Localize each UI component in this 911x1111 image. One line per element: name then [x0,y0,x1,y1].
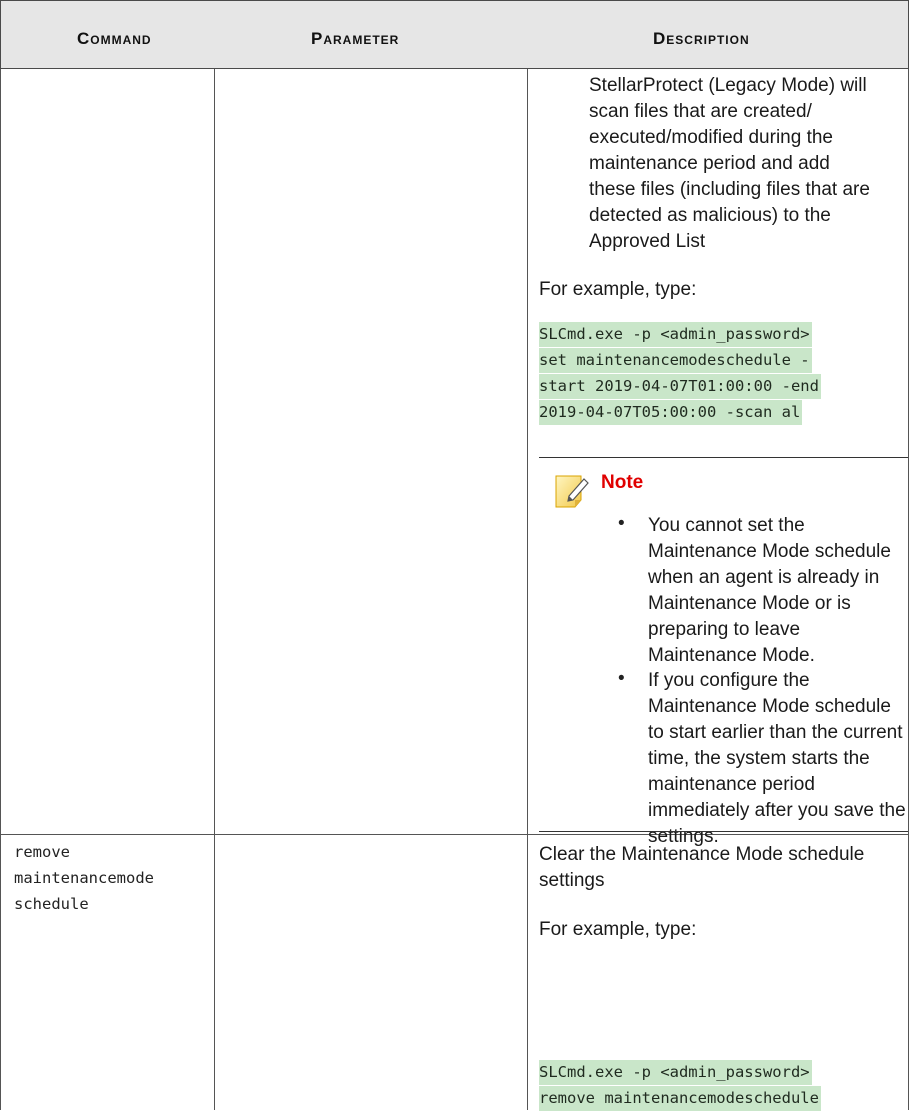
description-line: maintenance period and add [589,153,830,174]
note-bottom-rule [539,831,908,832]
description-line: these files (including files that are [589,179,870,200]
table-header: Command Parameter Description [0,0,909,69]
command-line: schedule [14,895,89,913]
header-description: Description [653,29,750,48]
description-line: executed/modified during the [589,127,833,148]
column-divider-1 [214,69,215,1110]
note-pencil-icon [553,472,591,510]
header-parameter: Parameter [311,29,400,48]
description-line: scan files that are created/ [589,101,812,122]
note-item: If you configure the Maintenance Mode sc… [648,670,906,847]
code-line: SLCmd.exe -p <admin_password> [539,322,812,347]
row2-description: Clear the Maintenance Mode schedule sett… [539,844,865,891]
command-line: remove [14,843,70,861]
example-label: For example, type: [539,279,697,300]
note-top-rule [539,457,908,458]
bullet-icon: • [618,513,625,534]
column-divider-2 [527,69,528,1110]
table-border-right [908,69,909,1110]
code-line: 2019-04-07T05:00:00 -scan al [539,400,803,425]
description-line: StellarProtect (Legacy Mode) will [589,75,867,96]
command-line: maintenancemode [14,869,154,887]
code-line: start 2019-04-07T01:00:00 -end [539,374,821,399]
code-line: set maintenancemodeschedule - [539,348,812,373]
header-command: Command [77,29,152,48]
bullet-icon: • [618,668,625,689]
code-line: remove maintenancemodeschedule [539,1086,821,1111]
note-item: You cannot set the Maintenance Mode sche… [648,515,891,666]
description-line: detected as malicious) to the [589,205,831,226]
table-border-left [0,69,1,1110]
note-title: Note [601,472,644,493]
code-line: SLCmd.exe -p <admin_password> [539,1060,812,1085]
description-line: Approved List [589,231,706,252]
example-label: For example, type: [539,919,697,940]
